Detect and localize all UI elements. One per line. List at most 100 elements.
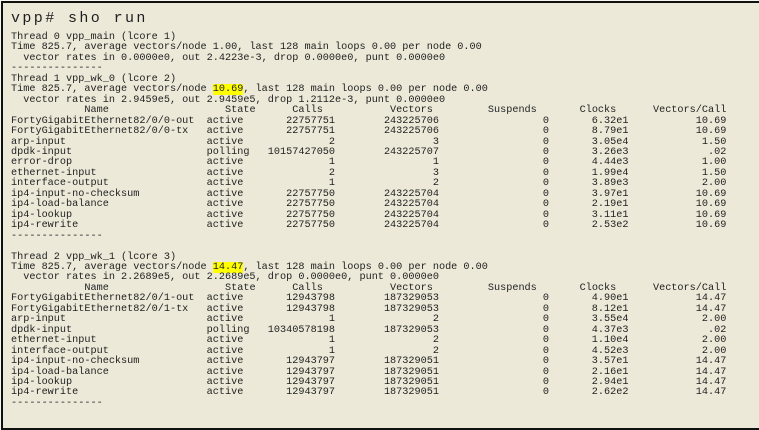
cell-clocks: 2.62e2: [549, 387, 628, 398]
cell-suspends: 0: [439, 199, 549, 210]
cell-name: ip4-load-balance: [11, 199, 207, 210]
cell-vectors-call: 14.47: [629, 387, 727, 398]
thread-sections: Thread 0 vpp_main (lcore 1)Time 825.7, a…: [11, 33, 759, 409]
cell-calls: 1: [268, 335, 335, 346]
cell-name: arp-input: [11, 314, 207, 325]
divider-line: ---------------: [11, 232, 759, 242]
cell-suspends: 0: [439, 346, 549, 357]
cell-suspends: 0: [439, 126, 549, 137]
cell-name: ip4-load-balance: [11, 367, 207, 378]
cell-state: active: [207, 335, 268, 346]
cell-vectors: 243225704: [335, 199, 439, 210]
cell-suspends: 0: [439, 137, 549, 148]
cell-state: active: [207, 137, 268, 148]
cell-calls: 1: [268, 346, 335, 357]
cell-name: FortyGigabitEthernet82/0/1-out: [11, 293, 207, 304]
cell-suspends-header: Suspends: [433, 105, 537, 116]
cell-vectors: 243225704: [335, 220, 439, 231]
cell-vectors: 243225706: [335, 116, 439, 127]
cell-vectors: 3: [335, 137, 439, 148]
cell-vectors-call: 2.00: [629, 335, 727, 346]
cell-clocks: 3.55e4: [549, 314, 628, 325]
cell-suspends: 0: [439, 157, 549, 168]
cell-vectors: 2: [335, 178, 439, 189]
time-prefix: Time 825.7, average vectors/node: [11, 84, 213, 95]
cell-state: active: [207, 367, 268, 378]
cell-vectors: 1: [335, 157, 439, 168]
cell-clocks: 3.57e1: [549, 356, 628, 367]
cell-suspends: 0: [439, 116, 549, 127]
cell-vectors-call: 1.50: [629, 137, 727, 148]
cell-clocks: 2.16e1: [549, 367, 628, 378]
cell-vectors-call: 10.69: [629, 199, 727, 210]
cell-calls: 12943798: [268, 293, 335, 304]
cell-clocks: 2.53e2: [549, 220, 628, 231]
cell-state: active: [207, 356, 268, 367]
cell-vectors-call: 14.47: [629, 293, 727, 304]
cell-name: interface-output: [11, 346, 207, 357]
cell-suspends: 0: [439, 293, 549, 304]
cell-suspends: 0: [439, 220, 549, 231]
cell-state: active: [207, 126, 268, 137]
time-suffix: , last 128 main loops 0.00 per node 0.00: [237, 42, 482, 53]
cell-state: active: [207, 116, 268, 127]
cell-vectors-call: 10.69: [629, 220, 727, 231]
cell-clocks: 3.05e4: [549, 137, 628, 148]
cell-suspends: 0: [439, 178, 549, 189]
cell-vectors: 187329051: [335, 356, 439, 367]
table-row: ip4-rewrite active 12943797 187329051 0 …: [11, 388, 759, 398]
cell-vectors-call: 10.69: [629, 116, 727, 127]
cell-name: ip4-rewrite: [11, 220, 207, 231]
cell-name: FortyGigabitEthernet82/0/0-out: [11, 116, 207, 127]
cell-calls: 1: [268, 178, 335, 189]
cell-calls: 1: [268, 157, 335, 168]
cell-name: ethernet-input: [11, 335, 207, 346]
cell-vectors-call: 2.00: [629, 178, 727, 189]
cell-state: active: [207, 293, 268, 304]
cell-vectors-call: 1.00: [629, 157, 727, 168]
cell-calls: 12943797: [268, 367, 335, 378]
cell-clocks: 1.10e4: [549, 335, 628, 346]
vector-rates-line: vector rates in 0.0000e0, out 2.4223e-3,…: [11, 54, 759, 64]
cell-vectors: 187329051: [335, 367, 439, 378]
blank-line: [11, 242, 759, 252]
avg-vectors-per-node-value: 10.69: [213, 84, 244, 95]
cell-name: ip4-rewrite: [11, 387, 207, 398]
cell-vectors-call: 2.00: [629, 314, 727, 325]
cell-calls: 12943797: [268, 356, 335, 367]
time-suffix: , last 128 main loops 0.00 per node 0.00: [243, 84, 488, 95]
cell-vectors-call: 14.47: [629, 367, 727, 378]
cell-state: active: [207, 387, 268, 398]
cell-clocks: 6.32e1: [549, 116, 628, 127]
cell-state-header: State: [109, 105, 256, 116]
cell-vectors: 2: [335, 346, 439, 357]
cell-calls-header: Calls: [256, 105, 323, 116]
cell-clocks: 8.79e1: [549, 126, 628, 137]
cell-calls: 22757751: [268, 126, 335, 137]
cell-vectors-call: 2.00: [629, 346, 727, 357]
table-row: ip4-rewrite active 22757750 243225704 0 …: [11, 221, 759, 231]
cell-state: active: [207, 178, 268, 189]
cell-vectors: 2: [335, 314, 439, 325]
cell-suspends: 0: [439, 335, 549, 346]
cell-calls: 22757750: [268, 220, 335, 231]
cell-vectors: 243225706: [335, 126, 439, 137]
cell-vectors: 187329051: [335, 387, 439, 398]
cli-prompt-line[interactable]: vpp# sho run: [11, 8, 759, 29]
divider-line: ---------------: [11, 399, 759, 409]
avg-vectors-per-node-value: 1.00: [213, 42, 237, 53]
cell-name-header: Name: [11, 105, 109, 116]
cell-name: interface-output: [11, 178, 207, 189]
terminal[interactable]: vpp# sho run Thread 0 vpp_main (lcore 1)…: [1, 1, 759, 430]
cell-clocks: 4.90e1: [549, 293, 628, 304]
cell-state: active: [207, 157, 268, 168]
cell-clocks: 3.89e3: [549, 178, 628, 189]
cell-vectors-call: 10.69: [629, 126, 727, 137]
cell-clocks: 2.19e1: [549, 199, 628, 210]
cell-state: active: [207, 346, 268, 357]
cell-vectors-call-header: Vectors/Call: [616, 105, 726, 116]
cell-name: ip4-input-no-checksum: [11, 356, 207, 367]
cell-suspends: 0: [439, 314, 549, 325]
cell-name: arp-input: [11, 137, 207, 148]
cell-clocks-header: Clocks: [537, 105, 616, 116]
